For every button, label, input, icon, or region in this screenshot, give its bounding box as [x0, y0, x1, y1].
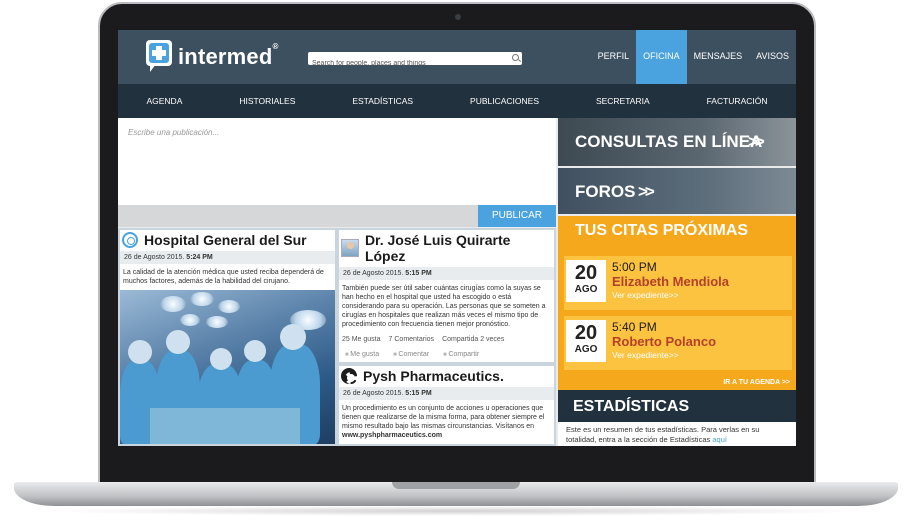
likes-count[interactable]: 25 Me gusta [342, 336, 381, 343]
post-date: 26 de Agosto 2015. 5:24 PM [120, 251, 335, 264]
ver-expediente-link[interactable]: Ver expediente>> [612, 290, 679, 300]
appointment-time: 5:40 PM [612, 320, 657, 334]
composer-bar: PUBLICAR [118, 205, 556, 227]
surgery-photo[interactable] [120, 290, 335, 444]
search-icon[interactable] [512, 54, 519, 61]
post-date: 26 de Agosto 2015. 5:15 PM [339, 387, 554, 400]
like-button[interactable]: Me gusta [345, 351, 379, 358]
post-author[interactable]: Dr. José Luis Quirarte López [365, 232, 554, 264]
search-input[interactable] [308, 57, 508, 70]
post-card-pharma: Pysh Pharmaceutics. 26 de Agosto 2015. 5… [337, 364, 556, 446]
post-date: 26 de Agosto 2015. 5:15 PM [339, 267, 554, 280]
subnav-estadisticas[interactable]: ESTADÍSTICAS [352, 96, 413, 106]
estadisticas-summary: Este es un resumen de tus estadísticas. … [558, 422, 796, 446]
comments-count[interactable]: 7 Comentarios [389, 336, 435, 343]
intermed-logo-icon[interactable] [146, 40, 172, 72]
citas-proximas-panel: TUS CITAS PRÓXIMAS 20 AGO 5:00 PM Elizab… [558, 216, 796, 390]
estadisticas-link[interactable]: aquí [712, 435, 727, 444]
top-nav: PERFIL OFICINA MENSAJES AVISOS [591, 30, 796, 84]
laptop-notch [392, 482, 520, 489]
nav-avisos[interactable]: AVISOS [749, 30, 796, 84]
nav-oficina[interactable]: OFICINA [636, 30, 687, 84]
post-card-hospital: Hospital General del Sur 26 de Agosto 20… [118, 228, 337, 446]
post-header: Hospital General del Sur [120, 230, 335, 248]
app-screen: intermed® PERFIL OFICINA MENSAJES AVISOS… [118, 30, 796, 446]
ir-a-tu-agenda-link[interactable]: IR A TU AGENDA >> [723, 379, 790, 386]
camera-icon [455, 14, 461, 20]
nav-mensajes[interactable]: MENSAJES [687, 30, 750, 84]
subnav-facturacion[interactable]: FACTURACIÓN [707, 96, 768, 106]
calendar-badge: 20 AGO [566, 260, 606, 302]
top-bar: intermed® PERFIL OFICINA MENSAJES AVISOS [118, 30, 796, 84]
pharma-link[interactable]: www.pyshpharmaceutics.com [342, 432, 442, 439]
post-composer[interactable]: Escribe una publicación... [118, 118, 556, 205]
comment-button[interactable]: Comentar [393, 351, 429, 358]
subnav-agenda[interactable]: AGENDA [146, 96, 182, 106]
post-text: La calidad de la atención médica que ust… [123, 269, 324, 286]
post-text: También puede ser útil saber cuántas cir… [342, 285, 546, 329]
laptop-frame: intermed® PERFIL OFICINA MENSAJES AVISOS… [0, 0, 912, 527]
laptop-shadow [40, 506, 872, 516]
share-button[interactable]: Compartir [443, 351, 479, 358]
brand-name[interactable]: intermed® [178, 42, 279, 70]
post-stats: 25 Me gusta 7 Comentarios Compartida 2 v… [339, 332, 554, 343]
appointment-time: 5:00 PM [612, 260, 657, 274]
post-actions: Me gusta Comentar Compartir [339, 343, 554, 358]
citas-title: TUS CITAS PRÓXIMAS [575, 222, 749, 239]
chevron-double-right-icon: >> [748, 132, 765, 151]
foros-banner[interactable]: FOROS >> [558, 168, 796, 214]
nav-perfil[interactable]: PERFIL [591, 30, 637, 84]
post-header: Pysh Pharmaceutics. [339, 366, 554, 384]
chevron-double-right-icon: >> [638, 182, 655, 201]
foros-title: FOROS [575, 182, 636, 201]
calendar-badge: 20 AGO [566, 320, 606, 362]
doctor-avatar[interactable] [341, 239, 359, 257]
search-box[interactable] [308, 52, 522, 70]
consultas-title: CONSULTAS EN LÍNEA [575, 132, 763, 151]
publicar-button[interactable]: PUBLICAR [478, 205, 556, 227]
target-icon [122, 232, 138, 248]
appointment-item[interactable]: 20 AGO 5:00 PM Elizabeth Mendiola Ver ex… [564, 256, 792, 310]
post-author[interactable]: Pysh Pharmaceutics. [363, 368, 504, 384]
section-nav: AGENDA HISTORIALES ESTADÍSTICAS PUBLICAC… [118, 84, 796, 118]
estadisticas-title: ESTADÍSTICAS [573, 398, 690, 415]
patient-name[interactable]: Roberto Polanco [612, 334, 716, 349]
appointment-item[interactable]: 20 AGO 5:40 PM Roberto Polanco Ver exped… [564, 316, 792, 370]
subnav-secretaria[interactable]: SECRETARIA [596, 96, 650, 106]
subnav-publicaciones[interactable]: PUBLICACIONES [470, 96, 539, 106]
estadisticas-header[interactable]: ESTADÍSTICAS [558, 390, 796, 422]
consultas-en-linea-banner[interactable]: CONSULTAS EN LÍNEA >> [558, 118, 796, 166]
post-author[interactable]: Hospital General del Sur [144, 232, 307, 248]
ver-expediente-link[interactable]: Ver expediente>> [612, 350, 679, 360]
post-header: Dr. José Luis Quirarte López [339, 230, 554, 264]
shares-count[interactable]: Compartida 2 veces [442, 336, 504, 343]
subnav-historiales[interactable]: HISTORIALES [239, 96, 295, 106]
aperture-icon [341, 368, 357, 384]
post-text: Un procedimiento es un conjunto de accio… [342, 405, 545, 440]
patient-name[interactable]: Elizabeth Mendiola [612, 274, 729, 289]
composer-placeholder: Escribe una publicación... [128, 128, 220, 137]
post-card-doctor: Dr. José Luis Quirarte López 26 de Agost… [337, 228, 556, 364]
